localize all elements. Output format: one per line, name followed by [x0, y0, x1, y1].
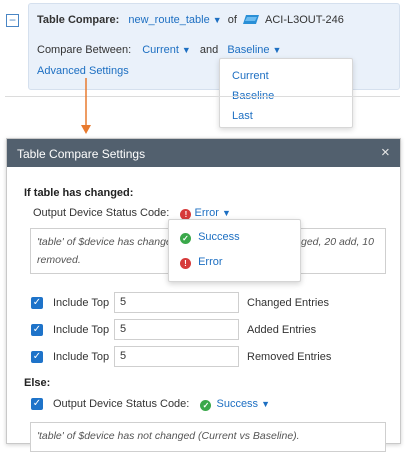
added-top-input[interactable]: 5: [114, 319, 239, 340]
chevron-down-icon[interactable]: ▼: [182, 45, 191, 55]
dialog-title: Table Compare Settings: [17, 147, 146, 161]
include-top-label: Include Top: [53, 297, 110, 309]
dropdown-option-current[interactable]: Current: [220, 66, 352, 86]
changed-message-tail: ged, 20 add, 10: [301, 236, 374, 248]
collapse-toggle[interactable]: −: [6, 14, 19, 27]
include-removed-checkbox[interactable]: ✓: [31, 351, 43, 363]
changed-status-value[interactable]: Error: [194, 207, 218, 219]
check-circle-icon: ✓: [200, 400, 212, 411]
else-status-value[interactable]: Success: [216, 398, 258, 410]
chevron-down-icon[interactable]: ▼: [222, 208, 231, 218]
status-option-success[interactable]: ✓ Success: [180, 231, 240, 244]
include-top-label: Include Top: [53, 324, 110, 336]
else-status-label: Output Device Status Code:: [53, 398, 190, 410]
error-icon: !: [180, 258, 191, 269]
device-icon: [242, 15, 259, 27]
arrow-down-icon: [81, 78, 91, 134]
of-text: of: [227, 14, 237, 26]
and-text: and: [199, 44, 219, 56]
close-icon[interactable]: ×: [381, 144, 390, 161]
include-changed-checkbox[interactable]: ✓: [31, 297, 43, 309]
added-entries-label: Added Entries: [247, 324, 317, 336]
include-added-checkbox[interactable]: ✓: [31, 324, 43, 336]
table-compare-row: Table Compare: new_route_table ▼ of ACI-L…: [37, 14, 344, 27]
advanced-settings-link[interactable]: Advanced Settings: [37, 65, 129, 77]
else-status-select[interactable]: ✓ Success ▼: [200, 398, 270, 411]
divider: [5, 96, 400, 97]
else-status-row: Output Device Status Code: ✓ Success ▼: [53, 398, 270, 411]
else-message-text: 'table' of $device has not changed (Curr…: [37, 430, 300, 442]
removed-entries-label: Removed Entries: [247, 351, 332, 363]
compare-dropdown-menu: Current Baseline Last: [219, 58, 353, 128]
removed-top-input[interactable]: 5: [114, 346, 239, 367]
changed-status-label: Output Device Status Code:: [33, 207, 170, 219]
chevron-down-icon[interactable]: ▼: [213, 15, 222, 25]
table-compare-label: Table Compare:: [37, 14, 120, 26]
chevron-down-icon[interactable]: ▼: [261, 399, 270, 409]
compare-left-select[interactable]: Current: [142, 44, 179, 56]
changed-status-select[interactable]: ! Error ▼: [180, 207, 231, 220]
compare-between-label: Compare Between:: [37, 44, 132, 56]
table-name-link[interactable]: new_route_table: [128, 14, 209, 26]
else-message-box[interactable]: 'table' of $device has not changed (Curr…: [30, 422, 386, 452]
compare-between-row: Compare Between: Current ▼ and Baseline ▼: [37, 44, 281, 56]
compare-right-select[interactable]: Baseline: [227, 44, 269, 56]
check-circle-icon: ✓: [180, 233, 191, 244]
else-heading: Else:: [24, 377, 51, 389]
dialog-header: Table Compare Settings ×: [7, 139, 400, 167]
status-dropdown-menu: ✓ Success ! Error: [168, 219, 301, 282]
include-top-label: Include Top: [53, 351, 110, 363]
else-status-checkbox[interactable]: ✓: [31, 398, 43, 410]
changed-top-input[interactable]: 5: [114, 292, 239, 313]
dropdown-option-last[interactable]: Last: [220, 106, 352, 126]
chevron-down-icon[interactable]: ▼: [273, 45, 282, 55]
device-name: ACI-L3OUT-246: [265, 14, 344, 26]
if-changed-heading: If table has changed:: [24, 187, 134, 199]
changed-entries-label: Changed Entries: [247, 297, 329, 309]
status-option-error[interactable]: ! Error: [180, 256, 223, 269]
